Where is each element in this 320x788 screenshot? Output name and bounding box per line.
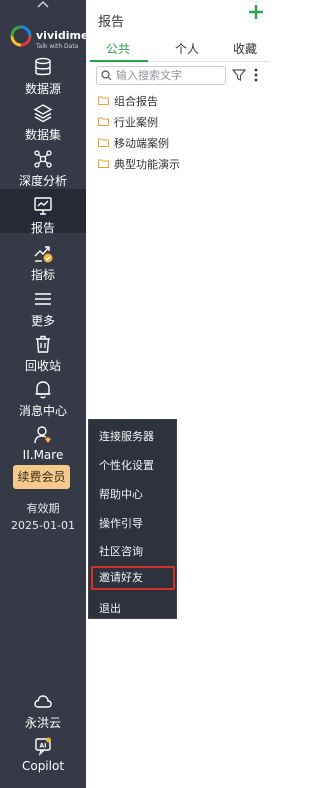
sidebar-item-analysis[interactable]: 深度分析 xyxy=(0,148,86,188)
brand-tagline: Talk with Data xyxy=(36,43,79,50)
ai-icon: AI xyxy=(35,737,51,757)
sidebar-item-cloud[interactable]: 永洪云 xyxy=(0,690,86,730)
folder-icon xyxy=(98,138,109,147)
menu-item-community[interactable]: 社区咨询 xyxy=(99,543,143,559)
tab-favorites[interactable]: 收藏 xyxy=(233,40,257,57)
sidebar-item-label: 数据集 xyxy=(24,128,61,142)
sidebar-item-label: 更多 xyxy=(30,314,55,328)
folder-icon xyxy=(98,117,109,126)
folder-label: 典型功能演示 xyxy=(114,158,180,171)
user-profile[interactable]: II.Mare xyxy=(0,424,86,462)
sidebar-item-messages[interactable]: 消息中心 xyxy=(0,378,86,418)
sidebar-item-dataset[interactable]: 数据集 xyxy=(0,102,86,142)
search-input[interactable] xyxy=(116,68,222,83)
report-panel: 报告 公共 个人 收藏 组合报告 行业案例 移动端案例 xyxy=(86,0,270,788)
panel-title: 报告 xyxy=(98,15,125,30)
svg-text:AI: AI xyxy=(40,743,47,750)
cloud-icon xyxy=(34,695,52,708)
trash-icon xyxy=(36,335,50,353)
sidebar-item-label: Copilot xyxy=(21,759,65,773)
menu-item-help[interactable]: 帮助中心 xyxy=(99,486,143,502)
menu-item-connect-server[interactable]: 连接服务器 xyxy=(99,428,154,444)
sidebar-item-metric[interactable]: 指标 xyxy=(0,242,86,282)
sidebar-item-label: 消息中心 xyxy=(18,404,67,418)
folder-item[interactable]: 行业案例 xyxy=(98,114,268,130)
folder-item[interactable]: 组合报告 xyxy=(98,93,268,109)
renew-vip-button[interactable]: 续费会员 xyxy=(13,465,70,489)
sidebar-item-label: 报告 xyxy=(30,221,55,235)
more-vertical-icon[interactable] xyxy=(252,67,260,83)
folder-label: 组合报告 xyxy=(114,95,158,108)
menu-item-guide[interactable]: 操作引导 xyxy=(99,515,143,531)
sidebar-item-more[interactable]: 更多 xyxy=(0,288,86,328)
folder-icon xyxy=(98,96,109,105)
sidebar-item-report[interactable]: 报告 xyxy=(0,189,86,235)
folder-item[interactable]: 典型功能演示 xyxy=(98,156,268,172)
filter-icon[interactable] xyxy=(232,68,246,82)
user-menu: 连接服务器 个性化设置 帮助中心 操作引导 社区咨询 邀请好友 退出 xyxy=(88,419,177,619)
search-box[interactable] xyxy=(96,66,226,85)
sidebar-item-label: 永洪云 xyxy=(24,716,61,730)
menu-item-logout[interactable]: 退出 xyxy=(99,600,121,616)
report-icon xyxy=(34,197,52,215)
menu-item-invite[interactable]: 邀请好友 xyxy=(91,566,175,590)
plus-icon xyxy=(249,5,263,19)
sidebar-item-datasource[interactable]: 数据源 xyxy=(0,56,86,96)
chevron-up-icon[interactable] xyxy=(0,0,86,12)
layers-icon xyxy=(33,104,53,123)
folder-label: 移动端案例 xyxy=(114,137,169,150)
folder-label: 行业案例 xyxy=(114,116,158,129)
tab-bar: 公共 个人 收藏 xyxy=(86,38,270,62)
menu-item-personalize[interactable]: 个性化设置 xyxy=(99,457,154,473)
menu-icon xyxy=(35,293,51,305)
sidebar-item-copilot[interactable]: AI Copilot xyxy=(0,735,86,773)
validity-date: 2025-01-01 xyxy=(11,519,75,532)
network-icon xyxy=(34,150,52,168)
database-icon xyxy=(35,57,51,76)
logo-icon xyxy=(10,25,32,47)
tab-personal[interactable]: 个人 xyxy=(175,40,199,57)
sidebar: vividime Talk with Data 数据源 数据集 深度分析 报告 … xyxy=(0,0,89,788)
folder-item[interactable]: 移动端案例 xyxy=(98,135,268,151)
tab-public[interactable]: 公共 xyxy=(106,40,130,57)
sidebar-item-label: 指标 xyxy=(30,268,55,282)
user-name: II.Mare xyxy=(22,448,64,462)
sidebar-item-label: 回收站 xyxy=(24,359,61,373)
sidebar-item-label: 数据源 xyxy=(24,82,61,96)
brand-name: vividime xyxy=(36,29,89,42)
add-report-button[interactable] xyxy=(246,4,266,24)
sidebar-item-trash[interactable]: 回收站 xyxy=(0,333,86,373)
sidebar-item-label: 深度分析 xyxy=(18,174,67,188)
validity-label: 有效期 xyxy=(26,502,60,515)
search-icon xyxy=(101,70,112,81)
folder-icon xyxy=(98,159,109,168)
active-tab-indicator xyxy=(90,60,148,62)
bell-icon xyxy=(35,381,51,399)
metric-icon xyxy=(34,246,53,263)
user-icon xyxy=(34,426,51,444)
brand-logo[interactable]: vividime Talk with Data xyxy=(0,15,89,53)
